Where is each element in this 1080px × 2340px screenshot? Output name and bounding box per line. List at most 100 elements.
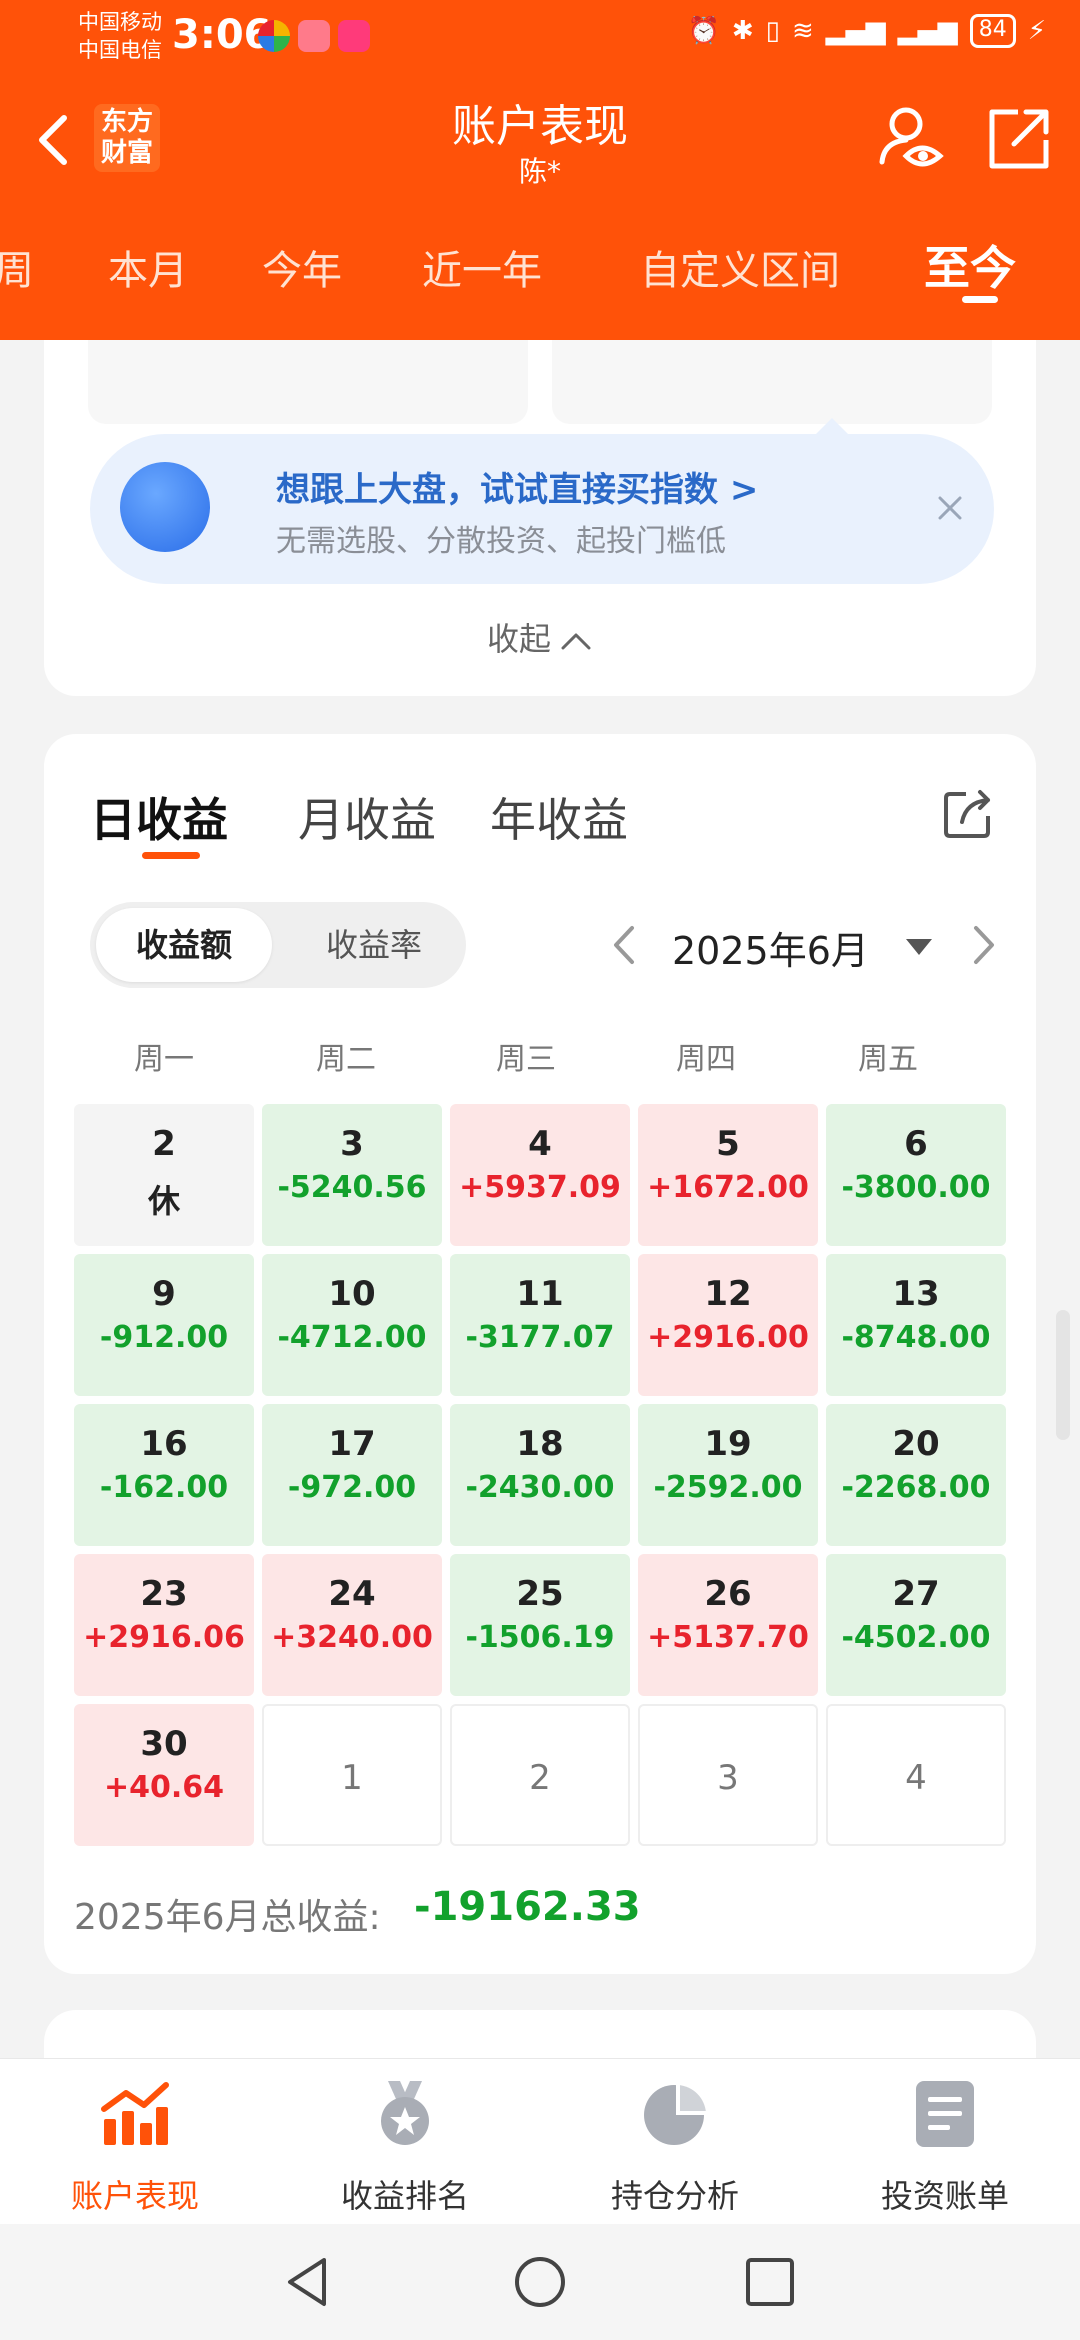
calendar-day-cell[interactable]: 3: [638, 1704, 818, 1846]
calendar-day-cell[interactable]: 2: [450, 1704, 630, 1846]
nav-investment-bill[interactable]: 投资账单: [810, 2059, 1080, 2225]
signal-icon-2: ▂▄▆: [897, 16, 958, 46]
tab-this-month[interactable]: 本月: [108, 238, 188, 296]
scrollbar[interactable]: [1056, 1310, 1070, 1440]
tab-monthly-returns[interactable]: 月收益: [298, 784, 436, 850]
charging-icon: ⚡: [1027, 16, 1046, 46]
day-return-value: -162.00: [99, 1470, 229, 1505]
summary-card: 想跟上大盘，试试直接买指数 > 无需选股、分散投资、起投门槛低 收起: [44, 340, 1036, 696]
calendar-day-cell[interactable]: 6 -3800.00: [826, 1104, 1006, 1246]
stat-box-right: [552, 340, 992, 424]
day-number: 30: [140, 1724, 188, 1764]
nav-holdings-analysis[interactable]: 持仓分析: [540, 2059, 810, 2225]
day-return-value: -5240.56: [277, 1170, 427, 1205]
share-icon[interactable]: [984, 102, 1054, 174]
chevron-up-icon: [561, 633, 591, 650]
month-selector[interactable]: 2025年6月: [672, 920, 869, 975]
stat-box-left: [88, 340, 528, 424]
chevron-right-icon[interactable]: [964, 920, 1004, 970]
day-return-value: -4712.00: [277, 1320, 427, 1355]
segment-amount[interactable]: 收益额: [96, 908, 272, 982]
caret-down-icon[interactable]: [904, 936, 934, 958]
weekday-fri: 周五: [858, 1042, 918, 1077]
medal-icon: [381, 2081, 429, 2145]
calendar-day-cell[interactable]: 4 +5937.09: [450, 1104, 630, 1246]
day-number: 19: [704, 1424, 752, 1464]
day-number: 5: [716, 1124, 740, 1164]
day-number: 23: [140, 1574, 188, 1614]
calendar-day-cell[interactable]: 3 -5240.56: [262, 1104, 442, 1246]
calendar-day-cell[interactable]: 17 -972.00: [262, 1404, 442, 1546]
nav-label: 投资账单: [880, 2177, 1009, 2215]
system-recents-icon[interactable]: [742, 2254, 798, 2310]
day-number: 10: [328, 1274, 376, 1314]
calendar-day-cell[interactable]: 9 -912.00: [74, 1254, 254, 1396]
day-number: 13: [892, 1274, 940, 1314]
calendar-day-cell[interactable]: 26 +5137.70: [638, 1554, 818, 1696]
calendar-day-cell[interactable]: 12 +2916.00: [638, 1254, 818, 1396]
calendar-day-cell[interactable]: 16 -162.00: [74, 1404, 254, 1546]
carrier-2: 中国电信: [78, 38, 162, 62]
calendar-day-cell[interactable]: 10 -4712.00: [262, 1254, 442, 1396]
bill-icon: [916, 2081, 974, 2147]
chevron-left-icon[interactable]: [604, 920, 644, 970]
system-navigation: [0, 2224, 1080, 2340]
wifi-icon: ≋: [791, 16, 814, 46]
notification-icons: [258, 20, 370, 52]
returns-calendar-card: 日收益 月收益 年收益 收益额 收益率 2025年6月 周一 周二 周三 周四 …: [44, 734, 1036, 1974]
calendar-day-cell[interactable]: 20 -2268.00: [826, 1404, 1006, 1546]
day-return-value: -8748.00: [841, 1320, 991, 1355]
bluetooth-icon: ✱: [731, 16, 754, 46]
calendar-day-cell[interactable]: 25 -1506.19: [450, 1554, 630, 1696]
day-number: 1: [341, 1758, 363, 1798]
calendar-day-cell[interactable]: 5 +1672.00: [638, 1104, 818, 1246]
calendar-day-cell[interactable]: 1: [262, 1704, 442, 1846]
weekday-thu: 周四: [676, 1042, 736, 1077]
tab-custom-range[interactable]: 自定义区间: [640, 238, 840, 296]
index-promo-banner[interactable]: 想跟上大盘，试试直接买指数 > 无需选股、分散投资、起投门槛低: [90, 418, 994, 584]
system-home-icon[interactable]: [512, 2254, 568, 2310]
tab-past-year[interactable]: 近一年: [422, 238, 542, 296]
month-total-value: -19162.33: [414, 1884, 641, 1930]
calendar-day-cell[interactable]: 24 +3240.00: [262, 1554, 442, 1696]
value-type-toggle: 收益额 收益率: [90, 902, 466, 988]
promo-title[interactable]: 想跟上大盘，试试直接买指数 >: [276, 462, 758, 511]
calendar-day-cell[interactable]: 27 -4502.00: [826, 1554, 1006, 1696]
collapse-toggle[interactable]: 收起: [44, 614, 1036, 660]
tab-this-year[interactable]: 今年: [262, 238, 342, 296]
calendar-day-cell[interactable]: 13 -8748.00: [826, 1254, 1006, 1396]
day-number: 3: [717, 1758, 739, 1798]
nav-return-ranking[interactable]: 收益排名: [270, 2059, 540, 2225]
segment-rate[interactable]: 收益率: [286, 908, 462, 982]
header-bar: 中国移动 中国电信 3:06 ⏰ ✱ ▯ ≋ ▂▄▆ ▂▄▆ 84 ⚡ 东方 财…: [0, 0, 1080, 340]
day-return-value: -912.00: [99, 1320, 229, 1355]
calendar-day-cell[interactable]: 11 -3177.07: [450, 1254, 630, 1396]
calendar-day-cell[interactable]: 4: [826, 1704, 1006, 1846]
nav-account-performance[interactable]: 账户表现: [0, 2059, 270, 2225]
returns-tab-indicator: [142, 852, 200, 859]
calendar-day-cell[interactable]: 30 +40.64: [74, 1704, 254, 1846]
calendar-day-cell[interactable]: 18 -2430.00: [450, 1404, 630, 1546]
tab-to-date[interactable]: 至今: [924, 232, 1016, 298]
privacy-eye-icon[interactable]: [876, 102, 946, 174]
system-back-icon[interactable]: [280, 2254, 336, 2310]
close-icon[interactable]: [928, 486, 972, 530]
calendar-day-cell[interactable]: 2休: [74, 1104, 254, 1246]
day-number: 2: [152, 1124, 176, 1164]
day-return-value: -4502.00: [841, 1620, 991, 1655]
day-return-value: +3240.00: [271, 1620, 433, 1655]
battery-indicator: 84: [969, 14, 1016, 48]
tab-week[interactable]: 周: [0, 238, 34, 296]
tab-yearly-returns[interactable]: 年收益: [490, 784, 628, 850]
tab-daily-returns[interactable]: 日收益: [90, 784, 228, 850]
nav-label: 收益排名: [340, 2177, 469, 2215]
day-number: 25: [516, 1574, 564, 1614]
day-return-value: -2430.00: [465, 1470, 615, 1505]
day-return-value: +5137.70: [647, 1620, 809, 1655]
export-share-icon[interactable]: [940, 786, 996, 842]
calendar-day-cell[interactable]: 19 -2592.00: [638, 1404, 818, 1546]
weekday-wed: 周三: [496, 1042, 556, 1077]
nav-label: 账户表现: [70, 2177, 199, 2215]
calendar-day-cell[interactable]: 23 +2916.06: [74, 1554, 254, 1696]
day-return-value: +2916.00: [647, 1320, 809, 1355]
